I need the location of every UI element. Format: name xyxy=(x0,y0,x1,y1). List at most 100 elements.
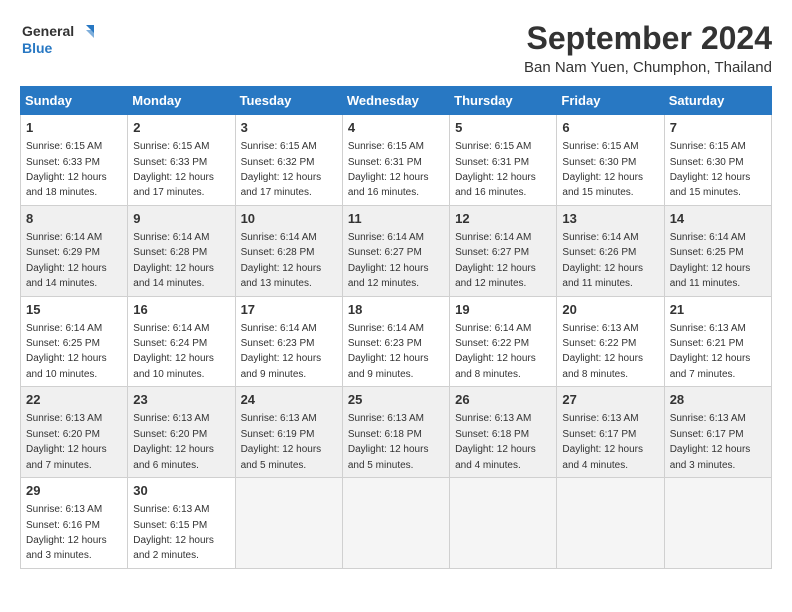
day-info: Sunrise: 6:14 AMSunset: 6:28 PMDaylight:… xyxy=(133,232,214,289)
day-number: 8 xyxy=(26,210,122,228)
calendar-day-cell: 15 Sunrise: 6:14 AMSunset: 6:25 PMDaylig… xyxy=(21,296,128,387)
day-number: 30 xyxy=(133,482,229,500)
day-number: 6 xyxy=(562,119,658,137)
day-info: Sunrise: 6:15 AMSunset: 6:32 PMDaylight:… xyxy=(241,141,322,198)
day-info: Sunrise: 6:14 AMSunset: 6:27 PMDaylight:… xyxy=(455,232,536,289)
calendar-day-cell: 17 Sunrise: 6:14 AMSunset: 6:23 PMDaylig… xyxy=(235,296,342,387)
calendar-day-cell xyxy=(235,478,342,569)
page-header: General Blue September 2024 Ban Nam Yuen… xyxy=(20,20,772,76)
day-number: 2 xyxy=(133,119,229,137)
calendar-day-cell: 11 Sunrise: 6:14 AMSunset: 6:27 PMDaylig… xyxy=(342,205,449,296)
day-number: 14 xyxy=(670,210,766,228)
day-info: Sunrise: 6:14 AMSunset: 6:26 PMDaylight:… xyxy=(562,232,643,289)
day-info: Sunrise: 6:15 AMSunset: 6:31 PMDaylight:… xyxy=(348,141,429,198)
day-number: 13 xyxy=(562,210,658,228)
calendar-day-cell: 25 Sunrise: 6:13 AMSunset: 6:18 PMDaylig… xyxy=(342,387,449,478)
day-info: Sunrise: 6:14 AMSunset: 6:25 PMDaylight:… xyxy=(26,323,107,380)
calendar-day-cell: 19 Sunrise: 6:14 AMSunset: 6:22 PMDaylig… xyxy=(450,296,557,387)
day-info: Sunrise: 6:13 AMSunset: 6:22 PMDaylight:… xyxy=(562,323,643,380)
location-subtitle: Ban Nam Yuen, Chumphon, Thailand xyxy=(524,59,772,76)
day-info: Sunrise: 6:15 AMSunset: 6:33 PMDaylight:… xyxy=(133,141,214,198)
day-number: 19 xyxy=(455,301,551,319)
day-info: Sunrise: 6:14 AMSunset: 6:28 PMDaylight:… xyxy=(241,232,322,289)
day-info: Sunrise: 6:14 AMSunset: 6:23 PMDaylight:… xyxy=(241,323,322,380)
day-info: Sunrise: 6:15 AMSunset: 6:30 PMDaylight:… xyxy=(562,141,643,198)
calendar-week-row: 29 Sunrise: 6:13 AMSunset: 6:16 PMDaylig… xyxy=(21,478,772,569)
day-number: 18 xyxy=(348,301,444,319)
day-info: Sunrise: 6:13 AMSunset: 6:20 PMDaylight:… xyxy=(133,413,214,470)
calendar-day-cell: 10 Sunrise: 6:14 AMSunset: 6:28 PMDaylig… xyxy=(235,205,342,296)
calendar-day-cell: 1 Sunrise: 6:15 AMSunset: 6:33 PMDayligh… xyxy=(21,115,128,206)
day-info: Sunrise: 6:13 AMSunset: 6:19 PMDaylight:… xyxy=(241,413,322,470)
calendar-day-cell: 13 Sunrise: 6:14 AMSunset: 6:26 PMDaylig… xyxy=(557,205,664,296)
calendar-day-cell: 5 Sunrise: 6:15 AMSunset: 6:31 PMDayligh… xyxy=(450,115,557,206)
day-info: Sunrise: 6:13 AMSunset: 6:16 PMDaylight:… xyxy=(26,504,107,561)
calendar-day-cell: 8 Sunrise: 6:14 AMSunset: 6:29 PMDayligh… xyxy=(21,205,128,296)
calendar-day-cell: 12 Sunrise: 6:14 AMSunset: 6:27 PMDaylig… xyxy=(450,205,557,296)
weekday-header: Sunday xyxy=(21,87,128,115)
calendar-day-cell: 2 Sunrise: 6:15 AMSunset: 6:33 PMDayligh… xyxy=(128,115,235,206)
day-number: 16 xyxy=(133,301,229,319)
day-number: 26 xyxy=(455,391,551,409)
weekday-header: Thursday xyxy=(450,87,557,115)
logo-svg: General Blue xyxy=(20,20,100,60)
day-number: 7 xyxy=(670,119,766,137)
day-number: 20 xyxy=(562,301,658,319)
svg-text:General: General xyxy=(22,23,74,39)
title-block: September 2024 Ban Nam Yuen, Chumphon, T… xyxy=(524,20,772,76)
day-info: Sunrise: 6:14 AMSunset: 6:25 PMDaylight:… xyxy=(670,232,751,289)
day-number: 29 xyxy=(26,482,122,500)
calendar-week-row: 15 Sunrise: 6:14 AMSunset: 6:25 PMDaylig… xyxy=(21,296,772,387)
weekday-header: Monday xyxy=(128,87,235,115)
weekday-header: Friday xyxy=(557,87,664,115)
calendar-day-cell xyxy=(664,478,771,569)
calendar-day-cell: 6 Sunrise: 6:15 AMSunset: 6:30 PMDayligh… xyxy=(557,115,664,206)
calendar-table: SundayMondayTuesdayWednesdayThursdayFrid… xyxy=(20,86,772,569)
day-number: 17 xyxy=(241,301,337,319)
calendar-week-row: 1 Sunrise: 6:15 AMSunset: 6:33 PMDayligh… xyxy=(21,115,772,206)
calendar-day-cell: 28 Sunrise: 6:13 AMSunset: 6:17 PMDaylig… xyxy=(664,387,771,478)
day-info: Sunrise: 6:14 AMSunset: 6:27 PMDaylight:… xyxy=(348,232,429,289)
month-year-title: September 2024 xyxy=(524,20,772,57)
day-info: Sunrise: 6:14 AMSunset: 6:24 PMDaylight:… xyxy=(133,323,214,380)
calendar-day-cell: 14 Sunrise: 6:14 AMSunset: 6:25 PMDaylig… xyxy=(664,205,771,296)
day-number: 9 xyxy=(133,210,229,228)
day-info: Sunrise: 6:13 AMSunset: 6:18 PMDaylight:… xyxy=(348,413,429,470)
day-info: Sunrise: 6:13 AMSunset: 6:21 PMDaylight:… xyxy=(670,323,751,380)
day-number: 3 xyxy=(241,119,337,137)
day-info: Sunrise: 6:15 AMSunset: 6:33 PMDaylight:… xyxy=(26,141,107,198)
calendar-day-cell: 23 Sunrise: 6:13 AMSunset: 6:20 PMDaylig… xyxy=(128,387,235,478)
calendar-day-cell xyxy=(557,478,664,569)
day-number: 5 xyxy=(455,119,551,137)
calendar-day-cell: 24 Sunrise: 6:13 AMSunset: 6:19 PMDaylig… xyxy=(235,387,342,478)
day-number: 4 xyxy=(348,119,444,137)
day-info: Sunrise: 6:14 AMSunset: 6:29 PMDaylight:… xyxy=(26,232,107,289)
calendar-day-cell: 9 Sunrise: 6:14 AMSunset: 6:28 PMDayligh… xyxy=(128,205,235,296)
calendar-week-row: 22 Sunrise: 6:13 AMSunset: 6:20 PMDaylig… xyxy=(21,387,772,478)
day-info: Sunrise: 6:15 AMSunset: 6:30 PMDaylight:… xyxy=(670,141,751,198)
day-info: Sunrise: 6:13 AMSunset: 6:15 PMDaylight:… xyxy=(133,504,214,561)
calendar-day-cell: 20 Sunrise: 6:13 AMSunset: 6:22 PMDaylig… xyxy=(557,296,664,387)
day-number: 27 xyxy=(562,391,658,409)
day-info: Sunrise: 6:13 AMSunset: 6:18 PMDaylight:… xyxy=(455,413,536,470)
weekday-header: Saturday xyxy=(664,87,771,115)
day-info: Sunrise: 6:14 AMSunset: 6:23 PMDaylight:… xyxy=(348,323,429,380)
day-info: Sunrise: 6:15 AMSunset: 6:31 PMDaylight:… xyxy=(455,141,536,198)
day-info: Sunrise: 6:13 AMSunset: 6:17 PMDaylight:… xyxy=(562,413,643,470)
weekday-header: Tuesday xyxy=(235,87,342,115)
calendar-week-row: 8 Sunrise: 6:14 AMSunset: 6:29 PMDayligh… xyxy=(21,205,772,296)
day-number: 23 xyxy=(133,391,229,409)
day-number: 12 xyxy=(455,210,551,228)
day-number: 10 xyxy=(241,210,337,228)
calendar-day-cell: 26 Sunrise: 6:13 AMSunset: 6:18 PMDaylig… xyxy=(450,387,557,478)
calendar-day-cell xyxy=(342,478,449,569)
day-number: 15 xyxy=(26,301,122,319)
calendar-day-cell: 3 Sunrise: 6:15 AMSunset: 6:32 PMDayligh… xyxy=(235,115,342,206)
logo: General Blue xyxy=(20,20,100,60)
day-number: 21 xyxy=(670,301,766,319)
calendar-day-cell xyxy=(450,478,557,569)
day-number: 1 xyxy=(26,119,122,137)
calendar-day-cell: 16 Sunrise: 6:14 AMSunset: 6:24 PMDaylig… xyxy=(128,296,235,387)
svg-text:Blue: Blue xyxy=(22,40,53,56)
day-info: Sunrise: 6:14 AMSunset: 6:22 PMDaylight:… xyxy=(455,323,536,380)
